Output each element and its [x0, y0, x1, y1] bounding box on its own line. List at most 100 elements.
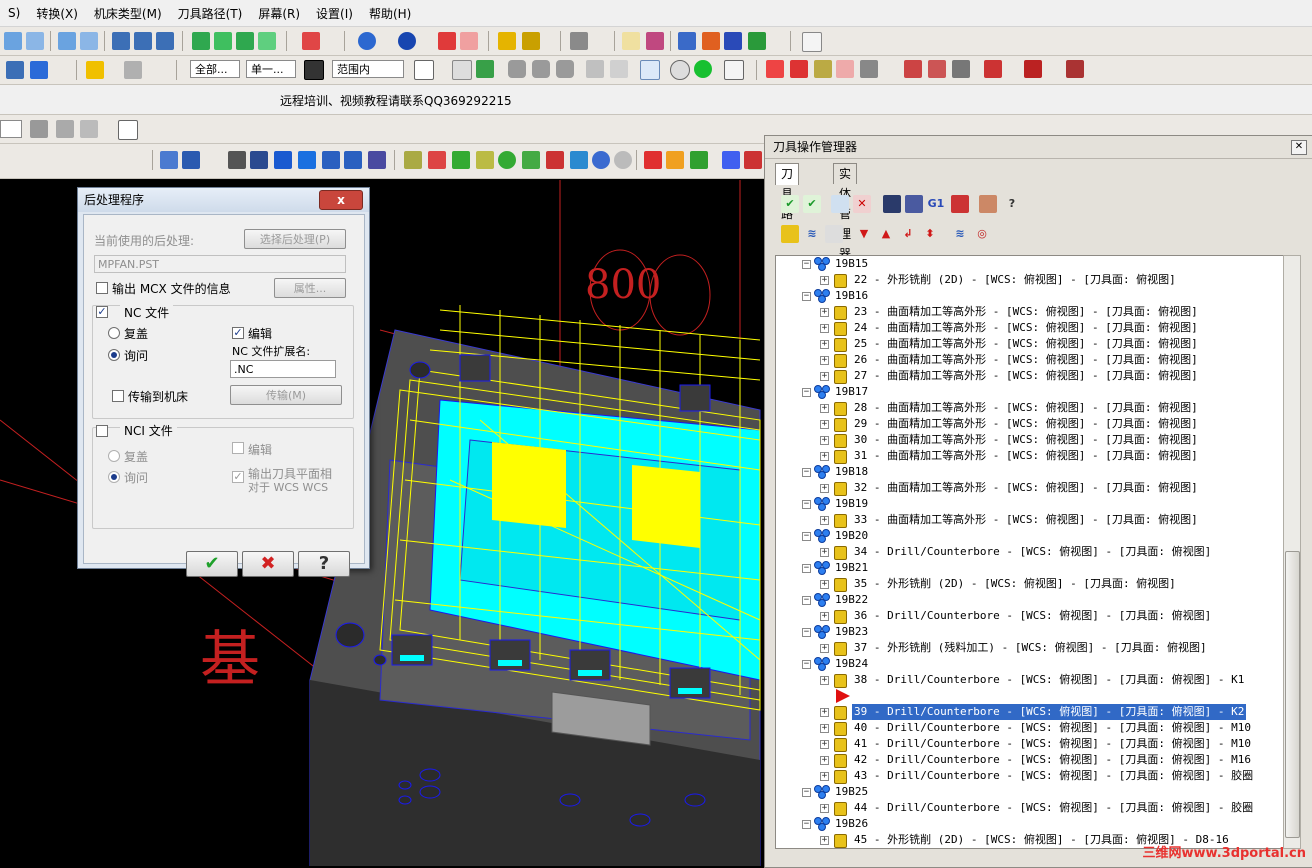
expand-icon[interactable]: + [820, 452, 829, 461]
zoom-window-icon[interactable] [4, 32, 22, 50]
plus-icon[interactable] [452, 151, 470, 169]
dim-icon[interactable] [814, 60, 832, 78]
menu-item[interactable]: 帮助(H) [361, 5, 419, 22]
backplot-ops-icon[interactable] [883, 195, 901, 213]
pointer-icon[interactable] [414, 60, 434, 80]
document-icon[interactable] [802, 32, 822, 52]
hex-3-icon[interactable] [556, 60, 574, 78]
expand-icon[interactable]: + [820, 612, 829, 621]
solid-icon[interactable] [592, 151, 610, 169]
circle-icon[interactable] [498, 151, 516, 169]
collapse-icon[interactable]: − [802, 660, 811, 669]
properties-button[interactable]: 属性... [274, 278, 346, 298]
expand-icon[interactable]: + [820, 356, 829, 365]
collapse-icon[interactable]: − [802, 596, 811, 605]
expand-icon[interactable]: + [820, 708, 829, 717]
spline-icon[interactable] [428, 151, 446, 169]
expand-icon[interactable]: + [820, 772, 829, 781]
shade-cube-icon[interactable] [192, 32, 210, 50]
nci-edit-checkbox[interactable] [232, 442, 244, 454]
expand-icon[interactable]: + [820, 676, 829, 685]
select-post-button[interactable]: 选择后处理(P) [244, 229, 346, 249]
menu-item[interactable]: 机床类型(M) [86, 5, 170, 22]
shade-outline-icon[interactable] [460, 32, 478, 50]
range-combo[interactable]: 范围内 [332, 60, 404, 78]
sigma-icon[interactable] [724, 32, 742, 50]
output-mcx-checkbox[interactable] [96, 282, 108, 294]
gview-side-icon[interactable] [134, 32, 152, 50]
expand-icon[interactable]: + [820, 580, 829, 589]
expand-icon[interactable]: + [820, 548, 829, 557]
collapse-icon[interactable]: − [802, 564, 811, 573]
collapse-icon[interactable]: − [802, 532, 811, 541]
fillet-icon[interactable] [250, 151, 268, 169]
chamfer-icon[interactable] [274, 151, 292, 169]
no-icon[interactable] [670, 60, 690, 80]
send-to-machine-checkbox[interactable] [112, 390, 124, 402]
point-icon[interactable] [476, 151, 494, 169]
mask-icon[interactable] [304, 60, 324, 80]
menu-item[interactable]: 屏幕(R) [250, 5, 308, 22]
undo-select-icon[interactable] [610, 60, 628, 78]
color-b-icon[interactable] [666, 151, 684, 169]
collapse-icon[interactable]: − [802, 388, 811, 397]
check-select-icon[interactable] [476, 60, 494, 78]
tab-toolpaths[interactable]: 刀具路径 [775, 163, 800, 241]
panel-close-button[interactable]: ✕ [1291, 140, 1307, 155]
circle-link-icon[interactable]: ◎ [973, 225, 991, 243]
nc-extension-input[interactable]: .NC [230, 360, 336, 378]
expand-icon[interactable]: + [820, 276, 829, 285]
expand-icon[interactable]: + [820, 804, 829, 813]
expand-icon[interactable]: + [820, 404, 829, 413]
expand-icon[interactable]: + [820, 372, 829, 381]
help-query-icon[interactable] [622, 32, 640, 50]
overwrite-radio[interactable] [108, 327, 120, 339]
wave-icon[interactable]: ≋ [951, 225, 969, 243]
level-combo[interactable] [0, 120, 22, 138]
offset-icon[interactable] [298, 151, 316, 169]
table-icon[interactable] [790, 60, 808, 78]
hex-1-icon[interactable] [508, 60, 526, 78]
menu-item[interactable]: 设置(I) [308, 5, 361, 22]
select-invalid-ops-icon[interactable]: ✔ [803, 195, 821, 213]
menu-item[interactable]: 转换(X) [28, 5, 86, 22]
verify-ops-icon[interactable] [905, 195, 923, 213]
pencil-icon[interactable] [498, 32, 516, 50]
expand-icon[interactable]: + [820, 756, 829, 765]
ok-button[interactable]: ✔ [186, 551, 238, 577]
post-icon[interactable] [748, 32, 766, 50]
sphere-icon[interactable] [398, 32, 416, 50]
select-single-combo[interactable]: 单一... [246, 60, 296, 78]
panel-icon[interactable] [182, 151, 200, 169]
collapse-icon[interactable]: − [802, 628, 811, 637]
move-both-icon[interactable]: ⬍ [921, 225, 939, 243]
select-all-ops-icon[interactable]: ✔ [781, 195, 799, 213]
red-cube-icon[interactable] [302, 32, 320, 50]
expand-icon[interactable]: + [820, 436, 829, 445]
nci-file-checkbox[interactable] [96, 425, 108, 437]
zoom-out-icon[interactable] [26, 32, 44, 50]
menu-item[interactable]: S) [0, 6, 28, 20]
trim-icon[interactable] [228, 151, 246, 169]
explode-alt-icon[interactable] [928, 60, 946, 78]
palette-icon[interactable] [722, 151, 740, 169]
edit-checkbox[interactable]: ✓ [232, 327, 244, 339]
light-icon[interactable] [86, 61, 104, 79]
ops-icon[interactable] [30, 120, 48, 138]
rotate-icon[interactable] [984, 60, 1002, 78]
tab-solids[interactable]: 实体管理器 [833, 163, 858, 261]
hidden-cube-icon[interactable] [236, 32, 254, 50]
expand-icon[interactable]: + [820, 324, 829, 333]
nc-file-checkbox[interactable]: ✓ [96, 306, 108, 318]
regenerate-dirty-icon[interactable]: ✕ [853, 195, 871, 213]
collapse-icon[interactable]: − [802, 468, 811, 477]
rect-icon[interactable] [546, 151, 564, 169]
lock-ops-icon[interactable] [781, 225, 799, 243]
sketch-icon[interactable] [80, 120, 98, 138]
regenerate-icon[interactable] [831, 195, 849, 213]
select-mode-icon[interactable] [124, 61, 142, 79]
move-down-icon[interactable]: ▼ [855, 225, 873, 243]
shade-red-icon[interactable] [438, 32, 456, 50]
expand-icon[interactable]: + [820, 308, 829, 317]
tool-icon[interactable] [570, 32, 588, 50]
